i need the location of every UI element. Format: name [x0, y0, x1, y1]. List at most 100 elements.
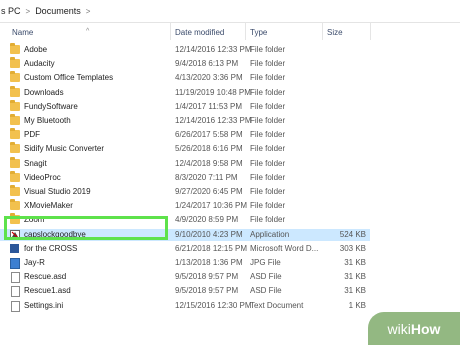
file-icon [11, 300, 20, 312]
file-name: FundySoftware [24, 101, 78, 111]
file-row[interactable]: Custom Office Templates 4/13/2020 3:36 PM… [0, 71, 380, 84]
column-divider[interactable] [245, 22, 246, 40]
file-name: for the CROSS [24, 243, 78, 253]
file-type: File folder [250, 144, 286, 154]
folder-icon [10, 156, 20, 168]
file-row[interactable]: My Bluetooth 12/14/2016 12:33 PM File fold… [0, 114, 380, 127]
column-divider[interactable] [370, 22, 371, 40]
breadcrumb-documents[interactable]: Documents [32, 6, 84, 16]
breadcrumb: s PC > Documents > [0, 0, 460, 23]
folder-icon [10, 99, 20, 111]
file-date: 1/4/2017 11:53 PM [175, 101, 243, 111]
file-name: Rescue.asd [24, 272, 67, 282]
file-row[interactable]: Adobe 12/14/2016 12:33 PM File folder [0, 43, 380, 56]
file-date: 6/21/2018 12:15 PM [175, 243, 248, 253]
file-icon [11, 272, 20, 284]
column-size[interactable]: Size [327, 28, 343, 37]
file-type: JPG File [250, 258, 281, 267]
file-row[interactable]: Jay-R 1/13/2018 1:36 PM JPG File 31 KB [0, 257, 380, 269]
file-date: 9/27/2020 6:45 PM [175, 187, 243, 196]
file-type: File folder [250, 87, 286, 97]
file-name: Audacity [24, 59, 55, 69]
file-type: Microsoft Word D... [250, 243, 319, 253]
file-row[interactable]: Snagit 12/4/2018 9:58 PM File folder [0, 156, 380, 170]
wikihow-watermark: wiki How [368, 312, 460, 345]
file-date: 11/19/2019 10:48 PM [175, 87, 251, 97]
file-row[interactable]: Downloads 11/19/2019 10:48 PM File folder [0, 85, 380, 99]
file-row[interactable]: Rescue1.asd 9/5/2018 9:57 PM ASD File 31 KB [0, 285, 380, 298]
file-size: 31 KB [344, 286, 366, 296]
image-file-icon [10, 258, 20, 269]
file-type: Application [250, 229, 290, 239]
file-date: 4/9/2020 8:59 PM [175, 215, 239, 225]
file-date: 12/14/2016 12:33 PM [175, 116, 252, 125]
file-row[interactable]: FundySoftware 1/4/2017 11:53 PM File folde… [0, 99, 380, 113]
file-type: File folder [250, 45, 286, 54]
folder-icon [10, 57, 20, 69]
folder-icon [10, 142, 20, 154]
breadcrumb-separator[interactable]: > [24, 7, 33, 16]
file-date: 5/26/2018 6:16 PM [175, 144, 243, 154]
file-name: Visual Studio 2019 [24, 187, 91, 196]
file-type: File folder [250, 116, 286, 125]
file-row[interactable]: for the CROSS 6/21/2018 12:15 PM Microsoft… [0, 243, 380, 255]
file-date: 12/15/2016 12:30 PM [175, 300, 252, 310]
file-type: ASD File [250, 272, 282, 282]
file-type: File folder [250, 130, 286, 140]
file-name: Snagit [24, 158, 47, 168]
file-name: Jay-R [24, 258, 45, 267]
folder-icon [10, 185, 20, 196]
file-date: 1/13/2018 1:36 PM [175, 258, 243, 267]
file-row[interactable]: Settings.ini 12/15/2016 12:30 PM Text Docu… [0, 300, 380, 312]
sort-up-icon: ^ [86, 28, 90, 35]
column-name[interactable]: Name [12, 28, 33, 37]
file-type: File folder [250, 172, 286, 182]
file-name: My Bluetooth [24, 116, 71, 125]
file-type: File folder [250, 101, 286, 111]
file-row[interactable]: Rescue.asd 9/5/2018 9:57 PM ASD File 31 KB [0, 271, 380, 284]
breadcrumb-separator-end[interactable]: > [84, 7, 93, 16]
file-size: 524 KB [339, 229, 366, 239]
file-type: File folder [250, 187, 286, 196]
watermark-wiki: wiki [387, 320, 411, 337]
file-name: Custom Office Templates [24, 73, 114, 83]
file-type: File folder [250, 158, 286, 168]
column-divider[interactable] [322, 22, 323, 40]
column-header: ^ Name Date modified Type Size [0, 22, 460, 40]
file-size: 31 KB [344, 272, 366, 282]
file-name: Rescue1.asd [24, 286, 71, 296]
file-size: 31 KB [344, 258, 366, 267]
file-row[interactable]: Audacity 9/4/2018 6:13 PM File folder [0, 57, 380, 70]
file-date: 12/4/2018 9:58 PM [175, 158, 243, 168]
column-type[interactable]: Type [250, 28, 267, 37]
file-name: Downloads [24, 87, 64, 97]
folder-icon [10, 170, 20, 182]
file-date: 9/10/2010 4:23 PM [175, 229, 243, 239]
file-name: Settings.ini [24, 300, 64, 310]
file-name: Adobe [24, 45, 48, 54]
file-date: 8/3/2020 7:11 PM [175, 172, 238, 182]
folder-icon [10, 85, 20, 97]
file-date: 9/4/2018 6:13 PM [175, 59, 239, 69]
file-date: 9/5/2018 9:57 PM [175, 286, 239, 296]
file-date: 12/14/2016 12:33 PM [175, 45, 252, 54]
column-divider[interactable] [170, 22, 171, 40]
file-row[interactable]: Sidify Music Converter 5/26/2018 6:16 PM F… [0, 142, 380, 155]
file-name: Sidify Music Converter [24, 144, 105, 154]
folder-icon [10, 199, 20, 211]
file-name: PDF [24, 130, 40, 140]
file-row[interactable]: PDF 6/26/2017 5:58 PM File folder [0, 128, 380, 141]
file-row[interactable]: VideoProc 8/3/2020 7:11 PM File folder [0, 170, 380, 184]
file-row[interactable]: Visual Studio 2019 9/27/2020 6:45 PM File … [0, 185, 380, 198]
folder-icon [10, 43, 20, 54]
file-type: File folder [250, 59, 286, 69]
file-icon [11, 286, 20, 298]
file-type: File folder [250, 215, 286, 225]
folder-icon [10, 128, 20, 140]
column-date-modified[interactable]: Date modified [175, 28, 224, 37]
file-date: 1/24/2017 10:36 PM [175, 201, 248, 211]
folder-icon [10, 71, 20, 83]
file-name: XMovieMaker [24, 201, 73, 211]
breadcrumb-this-pc[interactable]: s PC [0, 6, 24, 16]
file-row[interactable]: XMovieMaker 1/24/2017 10:36 PM File folder [0, 199, 380, 212]
